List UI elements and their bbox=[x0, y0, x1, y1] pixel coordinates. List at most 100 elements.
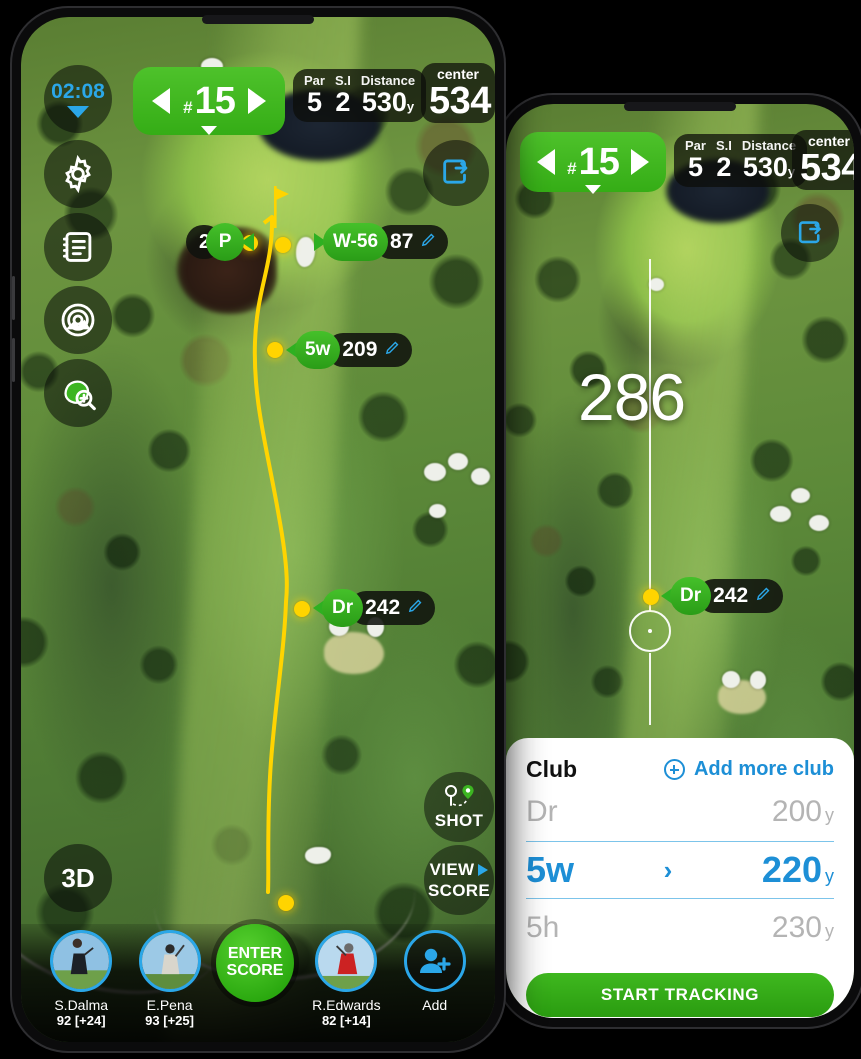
scorecard-button[interactable] bbox=[44, 213, 112, 281]
center-distance-badge-front[interactable]: center 534 bbox=[421, 63, 495, 124]
hole-selector-front[interactable]: # 15 bbox=[133, 67, 285, 135]
round-timer-value: 02:08 bbox=[51, 79, 105, 103]
avatar bbox=[315, 930, 378, 992]
club-row-unit: y bbox=[824, 805, 834, 825]
shot-marker-5w[interactable]: 5w 209 bbox=[286, 331, 413, 369]
marker-distance: 242 bbox=[365, 596, 401, 619]
stat-par: Par 5 bbox=[304, 73, 325, 117]
front-phone-hud: 02:08 # 15 Par 5 S.I 2 Distance 530y cen… bbox=[21, 17, 495, 1042]
stat-par-label: Par bbox=[304, 73, 325, 88]
hole-number: 15 bbox=[194, 80, 236, 122]
shot-button[interactable]: SHOT bbox=[424, 772, 494, 842]
enter-score-line2: SCORE bbox=[226, 962, 284, 979]
settings-button[interactable] bbox=[44, 140, 112, 208]
add-user-icon bbox=[419, 948, 451, 973]
radar-icon bbox=[61, 303, 95, 337]
next-hole-icon[interactable] bbox=[247, 88, 266, 114]
pencil-icon[interactable] bbox=[384, 339, 401, 361]
view-3d-label: 3D bbox=[61, 862, 95, 893]
player-name: S.Dalma bbox=[54, 997, 109, 1013]
round-timer-button[interactable]: 02:08 bbox=[44, 65, 112, 133]
stat-distance: Distance 530y bbox=[742, 138, 796, 181]
stat-par-value: 5 bbox=[306, 86, 322, 117]
pencil-icon[interactable] bbox=[420, 231, 437, 253]
add-player-label: Add bbox=[422, 997, 448, 1013]
center-badge-value: 534 bbox=[800, 147, 854, 190]
club-row-name: Dr bbox=[526, 795, 558, 828]
front-phone-device: 2 P W-56 87 5w 209 Dr 242 02:08 # 15 Par… bbox=[12, 8, 504, 1051]
shot-button-label: SHOT bbox=[434, 810, 484, 830]
hole-hash: # bbox=[183, 98, 193, 117]
view-score-line1: VIEW bbox=[429, 859, 475, 879]
stat-si: S.I 2 bbox=[334, 73, 351, 117]
stat-si-value: 2 bbox=[716, 151, 732, 182]
back-phone-screen: 286 Dr 242 # 15 Par 5 S.I 2 Distance 530… bbox=[506, 104, 854, 1018]
club-row-5w-selected[interactable]: 5w › 220 y bbox=[526, 841, 834, 899]
pencil-icon[interactable] bbox=[407, 597, 424, 619]
enter-score-button[interactable]: ENTER SCORE bbox=[215, 924, 294, 1002]
hole-hash: # bbox=[567, 159, 577, 178]
green-zoom-icon bbox=[64, 380, 96, 411]
share-button-front[interactable] bbox=[423, 140, 489, 206]
stat-si-label: S.I bbox=[334, 73, 351, 88]
club-row-distance: 220 bbox=[761, 849, 822, 890]
avatar bbox=[50, 930, 113, 992]
shot-marker-w56[interactable]: W-56 87 bbox=[314, 223, 449, 261]
back-phone-bezel: 286 Dr 242 # 15 Par 5 S.I 2 Distance 530… bbox=[506, 104, 854, 1018]
chevron-down-icon[interactable] bbox=[585, 185, 601, 194]
gear-icon bbox=[65, 154, 91, 194]
green-zoom-button[interactable] bbox=[44, 359, 112, 427]
prev-hole-icon[interactable] bbox=[152, 88, 171, 114]
enter-score-card[interactable]: ENTER SCORE bbox=[215, 924, 300, 1002]
front-phone-volume-up bbox=[12, 276, 15, 320]
club-row-unit: y bbox=[825, 866, 834, 886]
stat-distance-unit: y bbox=[406, 98, 415, 114]
stat-par: Par 5 bbox=[685, 138, 706, 182]
share-button-back[interactable] bbox=[781, 204, 839, 262]
marker-distance: 87 bbox=[390, 230, 414, 253]
share-icon bbox=[443, 159, 468, 184]
stat-distance-value: 530 bbox=[361, 86, 407, 117]
next-hole-icon[interactable] bbox=[630, 149, 649, 175]
prev-hole-icon[interactable] bbox=[537, 149, 556, 175]
scorecard-icon bbox=[62, 232, 92, 262]
add-more-club-button[interactable]: Add more club bbox=[663, 758, 834, 781]
view-3d-button[interactable]: 3D bbox=[44, 844, 112, 912]
view-score-button[interactable]: VIEW SCORE bbox=[424, 845, 494, 915]
center-distance-badge-back[interactable]: center 534 bbox=[792, 130, 854, 191]
stat-si-value: 2 bbox=[335, 86, 351, 117]
club-row-dr[interactable]: Dr › 200y bbox=[526, 783, 834, 841]
enter-score-line1: ENTER bbox=[227, 945, 283, 963]
player-card[interactable]: E.Pena 93 [+25] bbox=[128, 930, 212, 1028]
start-tracking-button[interactable]: START TRACKING bbox=[526, 973, 834, 1017]
shot-marker-dr-back[interactable]: Dr 242 bbox=[661, 577, 784, 615]
stat-si-label: S.I bbox=[715, 138, 732, 153]
radar-button[interactable] bbox=[44, 286, 112, 354]
player-card[interactable]: S.Dalma 92 [+24] bbox=[39, 930, 123, 1028]
hole-selector-back[interactable]: # 15 bbox=[520, 132, 666, 194]
stat-distance-label: Distance bbox=[360, 73, 416, 88]
screenshot-stage: 286 Dr 242 # 15 Par 5 S.I 2 Distance 530… bbox=[0, 0, 861, 1059]
add-more-club-label: Add more club bbox=[693, 758, 834, 780]
player-name: E.Pena bbox=[146, 997, 193, 1013]
back-phone-speaker bbox=[624, 102, 736, 111]
play-triangle-icon bbox=[478, 863, 489, 876]
club-row-5h[interactable]: 5h › 230y bbox=[526, 899, 834, 957]
stat-par-value: 5 bbox=[687, 151, 703, 182]
add-user-button[interactable] bbox=[403, 930, 466, 992]
hole-number: 15 bbox=[578, 141, 620, 183]
share-icon bbox=[798, 220, 821, 243]
pencil-icon[interactable] bbox=[755, 585, 772, 607]
chevron-down-icon bbox=[67, 105, 89, 118]
front-phone-speaker bbox=[202, 15, 314, 24]
add-player-card[interactable]: Add bbox=[393, 930, 477, 1013]
club-row-distance: 230 bbox=[771, 911, 822, 944]
shot-marker-dr[interactable]: Dr 242 bbox=[313, 589, 436, 627]
player-score: 92 [+24] bbox=[56, 1013, 106, 1029]
front-phone-screen: 2 P W-56 87 5w 209 Dr 242 02:08 # 15 Par… bbox=[21, 17, 495, 1042]
player-card[interactable]: R.Edwards 82 [+14] bbox=[304, 930, 388, 1028]
club-sheet-header: Club Add more club bbox=[526, 756, 834, 783]
chevron-down-icon[interactable] bbox=[201, 126, 217, 135]
plus-circle-icon bbox=[663, 759, 685, 780]
marker-club-label: W-56 bbox=[323, 223, 389, 261]
